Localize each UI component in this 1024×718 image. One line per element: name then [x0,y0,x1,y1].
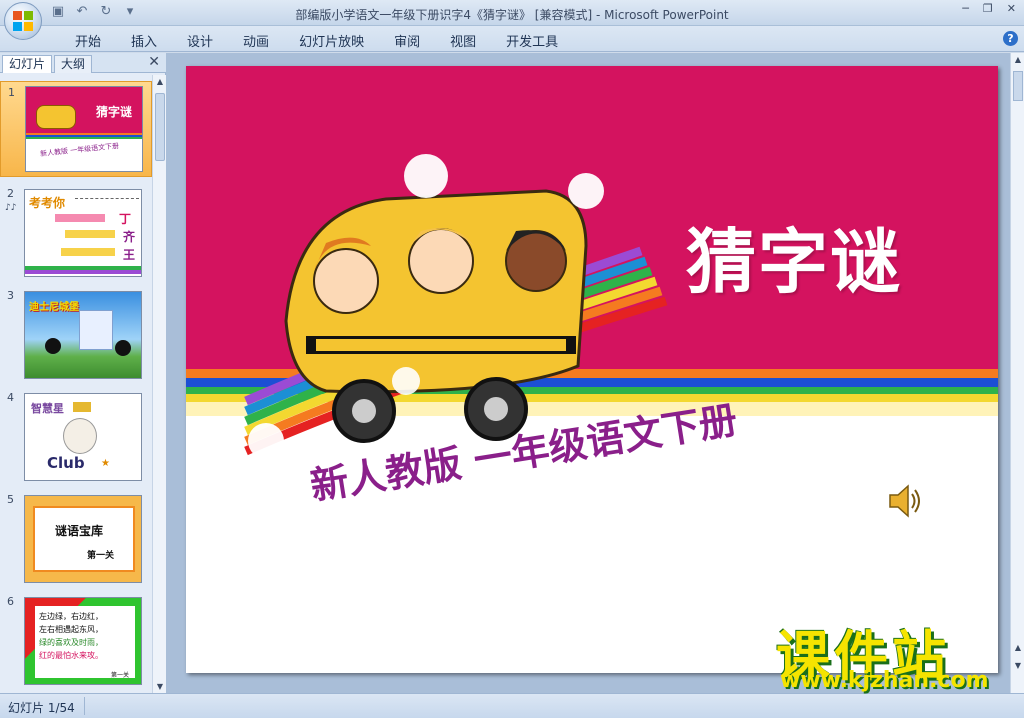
thumb-subtitle: 第一关 [87,551,115,561]
slide-thumbnail-4[interactable]: 4 智慧星 Club ★ [0,387,152,483]
thumb-char: 丁 [119,212,132,226]
tab-developer[interactable]: 开发工具 [491,31,573,50]
thumb-heading: 迪士尼城堡 [29,302,79,313]
close-pane-icon[interactable]: ✕ [148,54,160,70]
thumb-subtitle: 新人教版 一年级语文下册 [39,141,120,159]
tab-animation[interactable]: 动画 [228,31,284,50]
thumb-heading: 智慧星 [31,402,64,415]
window-controls: ─ ❐ ✕ [962,2,1016,15]
slide-thumbnail-5[interactable]: 5 谜语宝库 第一关 [0,489,152,585]
thumb-number: 1 [8,86,15,99]
thumb-char: 齐 [123,230,136,244]
thumb-text-line: 左边绿，右边红， [39,612,103,621]
scroll-thumb[interactable] [1013,71,1023,101]
thumbnail-scrollbar[interactable]: ▲ ▼ [152,75,166,693]
slide-thumbnail-6[interactable]: 6 左边绿，右边红， 左右相遇起东风， 绿的喜欢及时雨， 红的最怕水来攻。 第一… [0,591,152,687]
slide-editor: 猜字谜 新人教版 一年级语文下册 [166,53,1010,693]
scroll-up-icon[interactable]: ▲ [1013,55,1023,64]
speaker-icon[interactable] [886,481,926,521]
scroll-down-icon[interactable]: ▼ [155,682,165,691]
thumb-heading: 考考你 [29,196,66,210]
thumb-title: 谜语宝库 [55,524,104,538]
office-button[interactable] [4,2,42,40]
thumb-number: 2 [7,187,14,200]
watermark-url: www.kjzhan.com [780,668,989,693]
minimize-icon[interactable]: ─ [962,2,969,15]
tab-review[interactable]: 审阅 [379,31,435,50]
tab-insert[interactable]: 插入 [116,31,172,50]
thumb-title: 猜字谜 [96,105,133,119]
tab-slideshow[interactable]: 幻灯片放映 [284,31,379,50]
slide-indicator: 幻灯片 1/54 [8,701,75,715]
tab-slides[interactable]: 幻灯片 [2,55,53,73]
thumb-text-line: 红的最怕水来攻。 [39,651,103,660]
slide-thumbnail-2[interactable]: 2 ♪♪ 考考你 丁 齐 王 [0,183,152,279]
bus-illustration [36,105,76,129]
previous-slide-icon[interactable]: ▲ [1013,643,1023,652]
scroll-thumb[interactable] [155,93,165,161]
current-slide[interactable]: 猜字谜 新人教版 一年级语文下册 [186,66,998,673]
close-window-icon[interactable]: ✕ [1007,2,1016,15]
tab-home[interactable]: 开始 [60,31,116,50]
castle-illustration [79,310,113,350]
next-slide-icon[interactable]: ▼ [1013,661,1023,670]
thumbnail-list: 1 猜字谜 新人教版 一年级语文下册 2 ♪♪ 考考你 丁 齐 王 3 迪士尼城… [0,75,152,693]
tab-view[interactable]: 视图 [435,31,491,50]
slide-title[interactable]: 猜字谜 [686,206,916,307]
status-bar: 幻灯片 1/54 [0,693,1024,718]
crown-illustration [73,402,91,412]
thumb-number: 4 [7,391,14,404]
restore-icon[interactable]: ❐ [983,2,993,15]
thumb-char: 王 [123,248,136,262]
thumb-number: 3 [7,289,14,302]
character-illustration [63,418,97,454]
thumb-footer: 第一关 [111,672,130,679]
slides-pane: 幻灯片 大纲 ✕ 1 猜字谜 新人教版 一年级语文下册 2 ♪♪ 考考你 丁 齐… [0,53,166,693]
thumb-number: 5 [7,493,14,506]
thumb-text-line: 绿的喜欢及时雨， [39,638,103,647]
window-title: 部编版小学语文一年级下册识字4《猜字谜》 [兼容模式] - Microsoft … [295,8,729,22]
office-logo-icon [13,11,33,31]
minnie-illustration [115,340,131,356]
ribbon-tab-bar: 开始 插入 设计 动画 幻灯片放映 审阅 视图 开发工具 ? [0,26,1024,52]
slide-thumbnail-3[interactable]: 3 迪士尼城堡 [0,285,152,381]
slide-thumbnail-1[interactable]: 1 猜字谜 新人教版 一年级语文下册 [0,81,152,177]
help-icon[interactable]: ? [1003,31,1018,46]
title-bar: ▣ ↶ ↻ ▾ 部编版小学语文一年级下册识字4《猜字谜》 [兼容模式] - Mi… [0,0,1024,26]
scroll-up-icon[interactable]: ▲ [155,77,165,86]
pane-tabs: 幻灯片 大纲 ✕ [0,53,166,73]
mickey-illustration [45,338,61,354]
thumb-logo-text: Club [47,454,85,472]
thumb-number: 6 [7,595,14,608]
thumb-animation-icon: ♪♪ [5,203,17,213]
slide-scrollbar[interactable]: ▲ ▲ ▼ [1010,53,1024,693]
tab-design[interactable]: 设计 [172,31,228,50]
thumb-text-line: 左右相遇起东风， [39,625,103,634]
tab-outline[interactable]: 大纲 [54,55,93,73]
